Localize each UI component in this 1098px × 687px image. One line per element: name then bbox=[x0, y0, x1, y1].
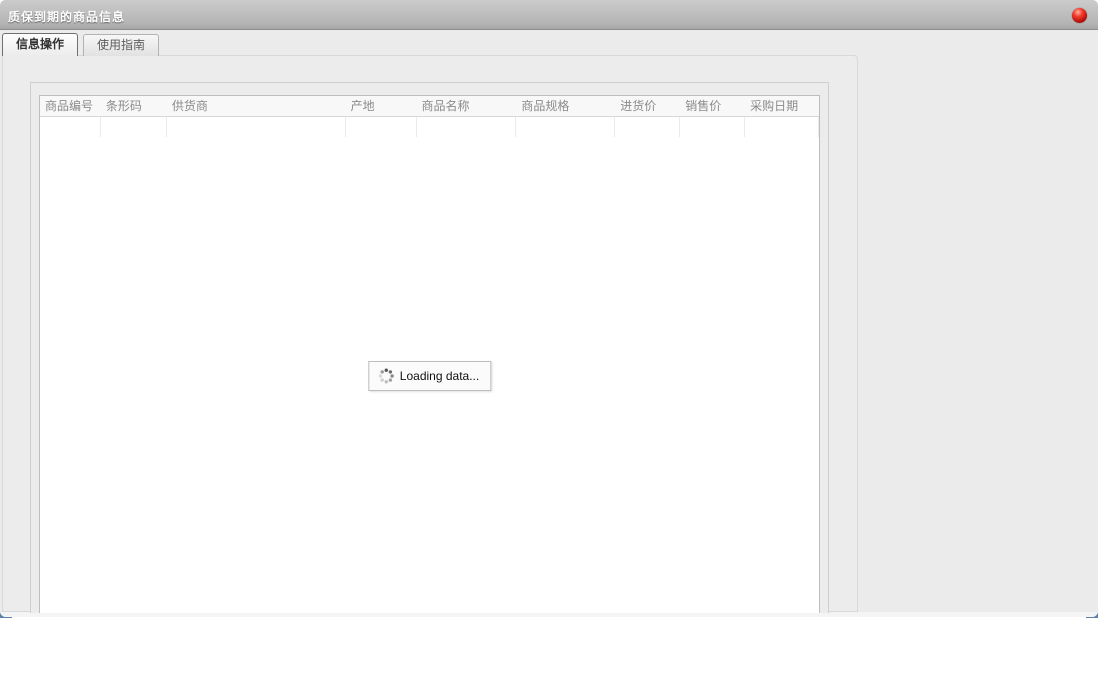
table-cell bbox=[680, 117, 746, 137]
tab-label: 使用指南 bbox=[97, 38, 146, 52]
tab-info-operations[interactable]: 信息操作 bbox=[2, 33, 79, 56]
table-cell bbox=[516, 117, 616, 137]
table-cell bbox=[615, 117, 681, 137]
tab-label: 信息操作 bbox=[16, 37, 65, 51]
table-row bbox=[40, 117, 820, 137]
table-cell bbox=[417, 117, 517, 137]
tab-strip: 信息操作 使用指南 bbox=[2, 33, 160, 56]
table-cell bbox=[40, 117, 101, 137]
table-cell bbox=[101, 117, 167, 137]
loading-spinner-icon bbox=[378, 368, 394, 384]
tab-user-guide[interactable]: 使用指南 bbox=[83, 34, 160, 56]
tab-page-info-operations: 商品编号 条形码 供货商 产地 商品名称 商品规格 进货价 销售价 采购日期 L… bbox=[2, 55, 858, 613]
column-header[interactable]: 产地 bbox=[346, 96, 417, 117]
product-grid: 商品编号 条形码 供货商 产地 商品名称 商品规格 进货价 销售价 采购日期 L… bbox=[39, 95, 820, 613]
app-window: 质保到期的商品信息 信息操作 使用指南 商品编号 条形码 供货商 产地 商品名称 商品规格… bbox=[0, 0, 1098, 617]
window-title: 质保到期的商品信息 bbox=[8, 10, 126, 24]
table-cell bbox=[745, 117, 820, 137]
column-header[interactable]: 采购日期 bbox=[745, 96, 819, 117]
table-cell bbox=[346, 117, 417, 137]
column-header[interactable]: 商品名称 bbox=[417, 96, 517, 117]
page: 质保到期的商品信息 信息操作 使用指南 商品编号 条形码 供货商 产地 商品名称 商品规格… bbox=[0, 0, 1098, 687]
column-header[interactable]: 销售价 bbox=[680, 96, 745, 117]
table-cell bbox=[167, 117, 346, 137]
grid-header-row: 商品编号 条形码 供货商 产地 商品名称 商品规格 进货价 销售价 采购日期 bbox=[40, 96, 819, 117]
title-bar[interactable]: 质保到期的商品信息 bbox=[0, 0, 1098, 30]
table-panel: 商品编号 条形码 供货商 产地 商品名称 商品规格 进货价 销售价 采购日期 L… bbox=[30, 82, 829, 613]
column-header[interactable]: 供货商 bbox=[167, 96, 346, 117]
loading-text: Loading data... bbox=[399, 369, 480, 383]
column-header[interactable]: 商品规格 bbox=[516, 96, 615, 117]
close-icon[interactable] bbox=[1072, 8, 1087, 23]
column-header[interactable]: 条形码 bbox=[101, 96, 167, 117]
column-header[interactable]: 商品编号 bbox=[40, 96, 101, 117]
column-header[interactable]: 进货价 bbox=[615, 96, 680, 117]
loading-indicator: Loading data... bbox=[367, 361, 492, 391]
